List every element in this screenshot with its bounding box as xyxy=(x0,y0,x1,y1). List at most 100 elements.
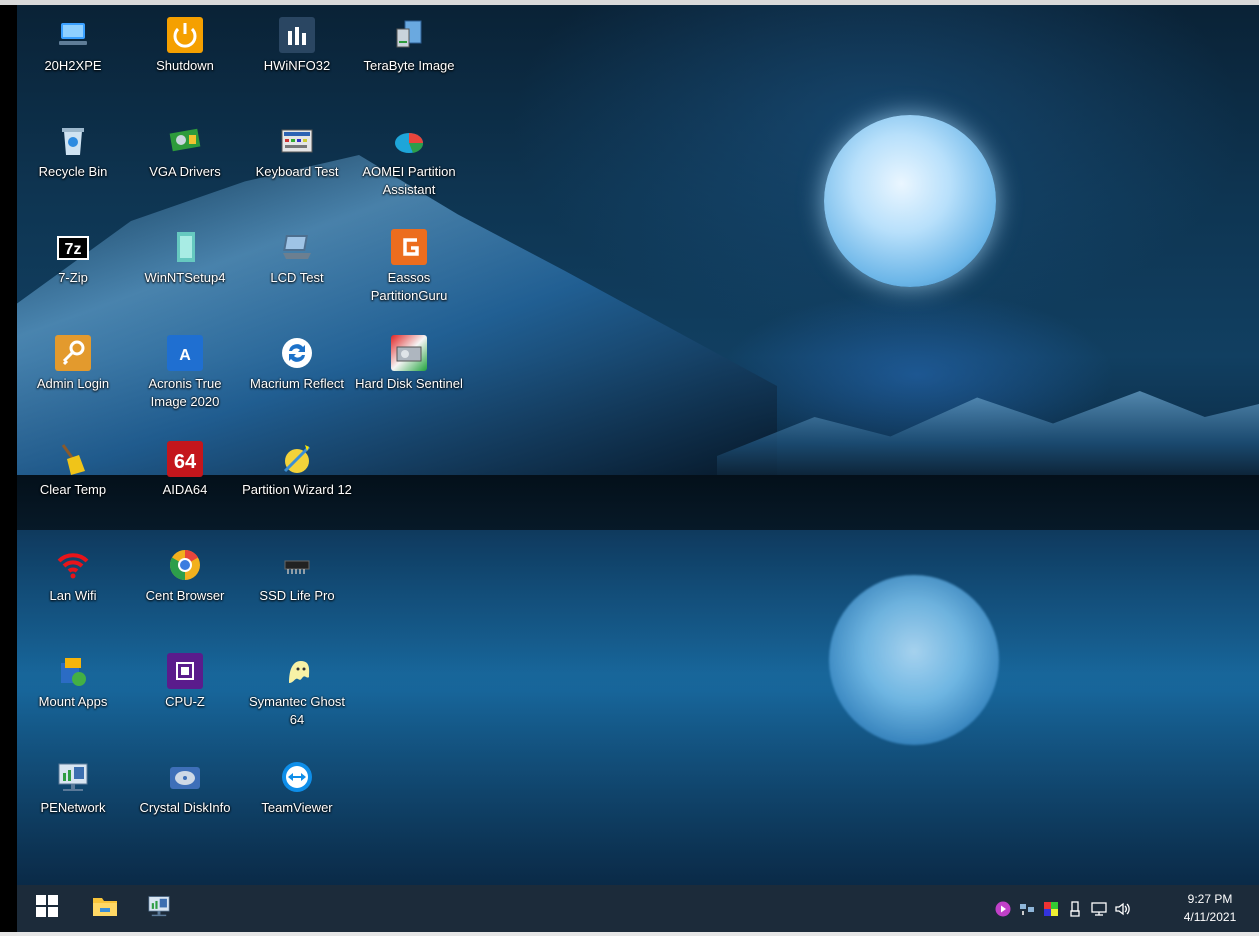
network-status-icon[interactable] xyxy=(1090,900,1108,918)
icon-label: Clear Temp xyxy=(39,482,107,497)
desktop-icon-crystal-diskinfo[interactable]: Crystal DiskInfo xyxy=(129,747,241,817)
taskbar: 9:27 PM 4/11/2021 xyxy=(17,885,1259,932)
color-icon[interactable] xyxy=(1042,900,1060,918)
hard-disk-icon xyxy=(391,335,427,371)
start-button[interactable] xyxy=(23,885,71,932)
icon-label: Recycle Bin xyxy=(38,164,108,179)
graphics-card-icon xyxy=(167,123,203,159)
icon-label: AIDA64 xyxy=(162,482,208,497)
desktop-icon-shutdown[interactable]: Shutdown xyxy=(129,5,241,75)
icon-label: Mount Apps xyxy=(38,694,108,709)
icon-label: Acronis True Image 2020 xyxy=(148,376,222,409)
desktop-icon-vga-drivers[interactable]: VGA Drivers xyxy=(129,111,241,181)
media-player-icon[interactable] xyxy=(994,900,1012,918)
clock-date: 4/11/2021 xyxy=(1183,910,1237,924)
icon-label: WinNTSetup4 xyxy=(144,270,226,285)
broom-icon xyxy=(55,441,91,477)
desktop-icon-cent-browser[interactable]: Cent Browser xyxy=(129,535,241,605)
icon-label: Lan Wifi xyxy=(49,588,97,603)
desktop-icon-eassos[interactable]: Eassos PartitionGuru xyxy=(353,217,465,305)
desktop-icon-penetwork[interactable]: PENetwork xyxy=(17,747,129,817)
icon-label: Keyboard Test xyxy=(255,164,339,179)
desktop-icon-admin-login[interactable]: Admin Login xyxy=(17,323,129,393)
icon-label: TeraByte Image xyxy=(363,58,455,73)
desktop-icon-aomei[interactable]: AOMEI Partition Assistant xyxy=(353,111,465,199)
taskbar-file-explorer[interactable] xyxy=(81,885,129,932)
network-icon xyxy=(146,893,172,924)
keyboard-icon xyxy=(279,123,315,159)
desktop-icon-symantec-ghost[interactable]: Symantec Ghost 64 xyxy=(241,641,353,729)
icon-label: Crystal DiskInfo xyxy=(139,800,231,815)
desktop[interactable]: 20H2XPE Recycle Bin 7z 7-Zip Admin Login… xyxy=(17,5,1259,885)
system-tray xyxy=(991,885,1135,932)
desktop-icon-hwinfo32[interactable]: HWiNFO32 xyxy=(241,5,353,75)
wifi-icon xyxy=(55,547,91,583)
file-explorer-icon xyxy=(92,894,118,923)
aida64-icon: 64 xyxy=(167,441,203,477)
svg-text:64: 64 xyxy=(174,451,197,473)
recycle-bin-icon xyxy=(55,123,91,159)
icon-label: AOMEI Partition Assistant xyxy=(362,164,456,197)
desktop-icon-winntsetup4[interactable]: WinNTSetup4 xyxy=(129,217,241,287)
icon-label: 20H2XPE xyxy=(44,58,102,73)
icon-label: PENetwork xyxy=(40,800,106,815)
desktop-icon-lcd-test[interactable]: LCD Test xyxy=(241,217,353,287)
icon-label: SSD Life Pro xyxy=(259,588,335,603)
laptop-icon xyxy=(279,229,315,265)
desktop-icon-clear-temp[interactable]: Clear Temp xyxy=(17,429,129,499)
icon-label: Macrium Reflect xyxy=(250,376,344,391)
teamviewer-icon xyxy=(279,759,315,795)
desktop-icon-teamviewer[interactable]: TeamViewer xyxy=(241,747,353,817)
icon-label: TeamViewer xyxy=(261,800,333,815)
icon-label: Admin Login xyxy=(36,376,110,391)
taskbar-penetwork[interactable] xyxy=(135,885,183,932)
desktop-icon-terabyte-image[interactable]: TeraByte Image xyxy=(353,5,465,75)
windows-start-icon xyxy=(36,895,58,922)
icon-label: Eassos PartitionGuru xyxy=(370,270,448,303)
moon-reflection xyxy=(829,575,999,745)
7zip-icon: 7z xyxy=(55,229,91,265)
bottom-border xyxy=(0,932,1259,936)
desktop-icon-lan-wifi[interactable]: Lan Wifi xyxy=(17,535,129,605)
cpu-icon xyxy=(167,653,203,689)
mount-apps-icon xyxy=(55,653,91,689)
volume-icon[interactable] xyxy=(1114,900,1132,918)
icon-label: HWiNFO32 xyxy=(263,58,331,73)
macrium-icon xyxy=(279,335,315,371)
icon-label: CPU-Z xyxy=(165,694,205,709)
desktop-icon-aida64[interactable]: 64 AIDA64 xyxy=(129,429,241,499)
desktop-icon-ssd-life-pro[interactable]: SSD Life Pro xyxy=(241,535,353,605)
desktop-icon-partition-wizard[interactable]: Partition Wizard 12 xyxy=(241,429,353,499)
browser-icon xyxy=(167,547,203,583)
key-icon xyxy=(55,335,91,371)
icon-label: Shutdown xyxy=(156,58,214,73)
desktop-icon-macrium-reflect[interactable]: Macrium Reflect xyxy=(241,323,353,393)
desktop-icon-acronis[interactable]: A Acronis True Image 2020 xyxy=(129,323,241,411)
screen-frame: 20H2XPE Recycle Bin 7z 7-Zip Admin Login… xyxy=(0,0,1259,936)
desktop-icon-cpu-z[interactable]: CPU-Z xyxy=(129,641,241,711)
taskbar-clock[interactable]: 9:27 PM 4/11/2021 xyxy=(1175,890,1245,926)
desktop-icon-20h2xpe[interactable]: 20H2XPE xyxy=(17,5,129,75)
usb-eject-icon[interactable] xyxy=(1066,900,1084,918)
network-monitor-icon[interactable] xyxy=(1018,900,1036,918)
acronis-icon: A xyxy=(167,335,203,371)
icon-label: Cent Browser xyxy=(145,588,225,603)
terabyte-icon xyxy=(391,17,427,53)
chip-icon xyxy=(279,547,315,583)
winntsetup-icon xyxy=(167,229,203,265)
icon-label: Symantec Ghost 64 xyxy=(248,694,346,727)
desktop-icon-hard-disk-sentinel[interactable]: Hard Disk Sentinel xyxy=(353,323,465,393)
desktop-icon-keyboard-test[interactable]: Keyboard Test xyxy=(241,111,353,181)
icon-label: 7-Zip xyxy=(58,270,88,285)
svg-text:A: A xyxy=(179,347,191,364)
icon-label: Hard Disk Sentinel xyxy=(355,376,463,391)
desktop-icon-mount-apps[interactable]: Mount Apps xyxy=(17,641,129,711)
hwinfo-icon xyxy=(279,17,315,53)
desktop-icon-recycle-bin[interactable]: Recycle Bin xyxy=(17,111,129,181)
icon-label: Partition Wizard 12 xyxy=(242,482,352,497)
icon-label: VGA Drivers xyxy=(149,164,221,179)
partitionguru-icon xyxy=(391,229,427,265)
computer-icon xyxy=(55,17,91,53)
aomei-icon xyxy=(391,123,427,159)
desktop-icon-7zip[interactable]: 7z 7-Zip xyxy=(17,217,129,287)
